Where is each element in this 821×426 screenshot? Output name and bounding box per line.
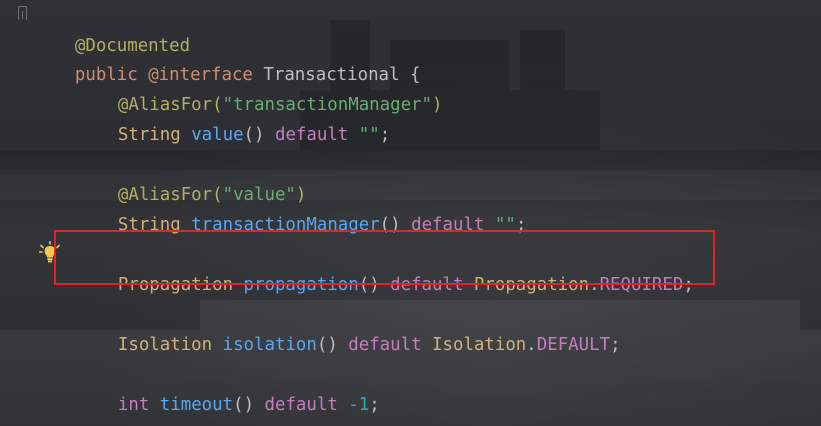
paren-token: () — [233, 395, 265, 415]
fold-marker-icon[interactable] — [18, 6, 27, 20]
method-token: value — [191, 125, 244, 145]
paren-token: ) — [432, 95, 443, 115]
highlight-box — [54, 230, 715, 285]
keyword-token: int — [117, 395, 150, 415]
type-token: Isolation — [117, 335, 213, 355]
type-token: String — [117, 125, 181, 145]
code-line-4[interactable]: String value() default ""; — [76, 90, 390, 145]
code-line-8[interactable]: Isolation isolation() default Isolation.… — [76, 300, 621, 355]
code-line-6[interactable]: String transactionManager() default ""; — [76, 180, 526, 235]
code-line-3[interactable]: @AliasFor("transactionManager") — [76, 60, 443, 115]
code-line-9[interactable]: int timeout() default -1; — [76, 360, 380, 415]
code-line-5[interactable]: @AliasFor("value") — [76, 150, 306, 205]
default-keyword-token: default — [348, 335, 422, 355]
string-token: "" — [358, 125, 380, 145]
method-token: timeout — [159, 395, 234, 415]
paren-token: () — [316, 335, 349, 355]
code-editor[interactable]: @Documented public @interface Transactio… — [0, 0, 821, 426]
method-token: isolation — [222, 335, 317, 355]
code-line-2[interactable]: public @interface Transactional { — [33, 30, 421, 85]
type-token: Isolation — [432, 335, 527, 355]
default-keyword-token: default — [264, 395, 338, 415]
semicolon-token: ; — [610, 335, 621, 355]
dot-token: . — [526, 335, 537, 355]
default-keyword-token: default — [274, 125, 349, 145]
paren-token: () — [243, 125, 275, 145]
number-token: -1 — [348, 395, 370, 415]
constant-token: DEFAULT — [536, 335, 611, 355]
semicolon-token: ; — [379, 125, 391, 145]
semicolon-token: ; — [369, 395, 380, 415]
code-line-1[interactable]: @Documented — [33, 1, 190, 56]
